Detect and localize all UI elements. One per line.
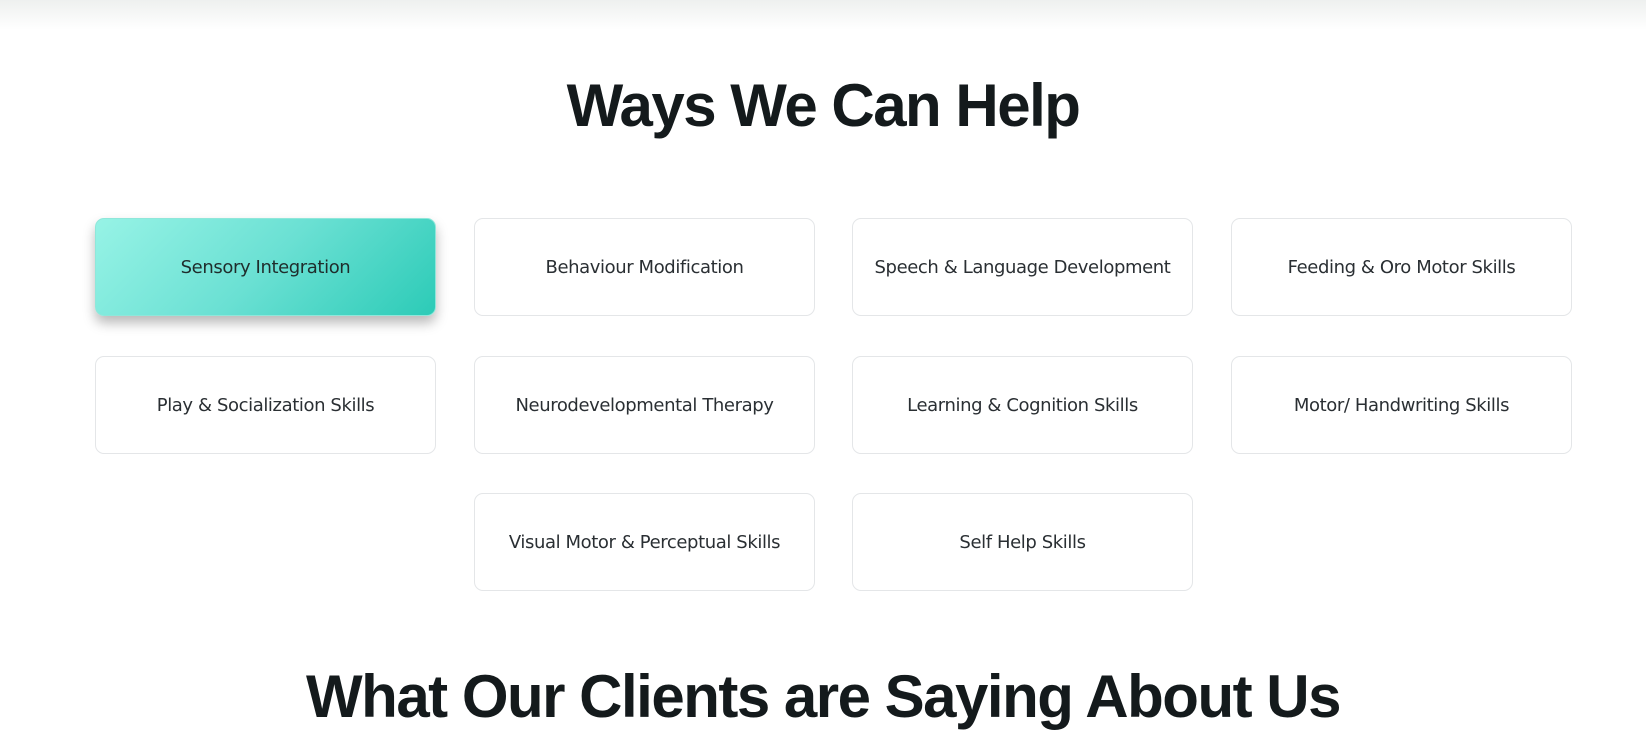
service-card-self-help[interactable]: Self Help Skills	[852, 493, 1193, 591]
service-card-neurodevelopmental-therapy[interactable]: Neurodevelopmental Therapy	[474, 356, 815, 454]
service-card-learning-cognition[interactable]: Learning & Cognition Skills	[852, 356, 1193, 454]
service-card-behaviour-modification[interactable]: Behaviour Modification	[474, 218, 815, 316]
service-card-label: Motor/ Handwriting Skills	[1293, 394, 1510, 416]
section-title-ways-we-can-help: Ways We Can Help	[566, 72, 1081, 139]
service-card-feeding-oro-motor[interactable]: Feeding & Oro Motor Skills	[1231, 218, 1572, 316]
service-card-sensory-integration[interactable]: Sensory Integration	[95, 218, 436, 316]
service-card-label: Self Help Skills	[959, 531, 1086, 553]
service-card-label: Learning & Cognition Skills	[907, 394, 1138, 416]
top-shadow-strip	[0, 0, 1646, 30]
service-card-label: Neurodevelopmental Therapy	[515, 394, 774, 416]
service-card-label: Feeding & Oro Motor Skills	[1287, 256, 1516, 278]
service-card-label: Sensory Integration	[180, 256, 351, 278]
service-card-play-socialization[interactable]: Play & Socialization Skills	[95, 356, 436, 454]
service-card-label: Speech & Language Development	[874, 256, 1171, 278]
service-card-motor-handwriting[interactable]: Motor/ Handwriting Skills	[1231, 356, 1572, 454]
service-card-speech-language[interactable]: Speech & Language Development	[852, 218, 1193, 316]
service-card-label: Behaviour Modification	[545, 256, 744, 278]
service-card-label: Visual Motor & Perceptual Skills	[508, 531, 781, 553]
section-title-client-testimonials: What Our Clients are Saying About Us	[306, 663, 1341, 730]
service-card-visual-motor-perceptual[interactable]: Visual Motor & Perceptual Skills	[474, 493, 815, 591]
service-card-label: Play & Socialization Skills	[156, 394, 375, 416]
